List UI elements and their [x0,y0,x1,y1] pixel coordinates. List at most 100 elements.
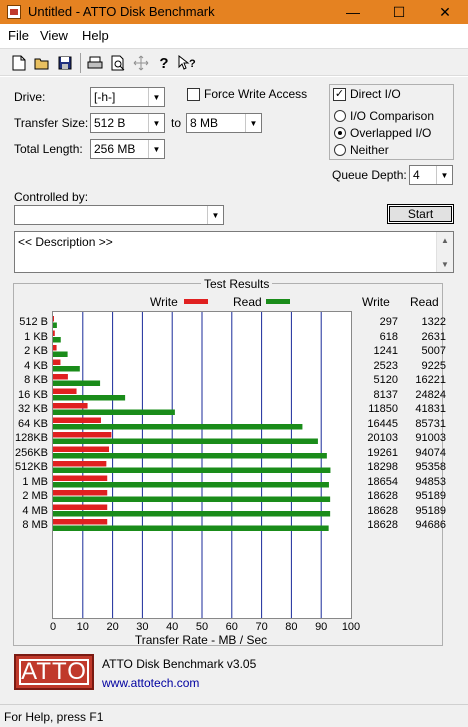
force-write-checkbox[interactable] [187,88,200,101]
write-bar-4 [53,374,68,380]
read-bar-2 [53,351,68,357]
legend-write-label: Write [150,295,178,309]
save-icon[interactable] [54,52,76,74]
x-axis-label: Transfer Rate - MB / Sec [134,633,268,647]
write-column-header: Write [362,295,390,309]
category-label: 16 KB [18,388,48,401]
status-bar: For Help, press F1 [0,704,468,727]
write-value: 618 [379,330,398,343]
transfer-to-select[interactable]: 8 MB ▼ [186,113,262,133]
description-scrollbar[interactable]: ▲ ▼ [436,232,453,272]
menu-file[interactable]: File [8,28,29,43]
write-value: 297 [379,316,398,328]
queue-depth-label: Queue Depth: [332,168,407,182]
write-bar-0 [53,316,54,322]
category-label: 4 MB [22,504,48,517]
read-bar-3 [53,366,80,372]
read-value: 1322 [421,316,446,328]
read-value: 2631 [421,330,446,343]
scroll-down-icon[interactable]: ▼ [437,256,453,272]
start-button[interactable]: Start [387,204,454,224]
chevron-down-icon: ▼ [148,140,164,158]
write-bar-7 [53,417,101,423]
write-value: 5120 [373,374,398,386]
transfer-from-select[interactable]: 512 B ▼ [90,113,165,133]
read-value: 94074 [415,446,446,459]
description-textarea[interactable]: << Description >> ▲ ▼ [14,231,454,273]
total-length-select[interactable]: 256 MB ▼ [90,139,165,159]
queue-depth-value: 4 [413,168,420,182]
close-button[interactable]: ✕ [422,0,468,24]
write-bar-8 [53,432,112,438]
read-value: 91003 [415,432,446,444]
write-bar-11 [53,475,108,481]
category-label: 512 B [19,316,48,328]
maximize-button[interactable]: ☐ [376,0,422,24]
write-value: 18628 [367,490,398,502]
chevron-down-icon: ▼ [207,206,223,224]
help-icon[interactable]: ? [153,52,175,74]
context-help-icon[interactable]: ? [176,52,198,74]
neither-radio[interactable] [334,144,346,156]
read-bar-12 [53,496,331,502]
transfer-from-value: 512 B [94,116,126,130]
category-label: 8 KB [24,374,48,386]
minimize-button[interactable]: — [330,0,376,24]
legend-write-swatch [184,299,208,304]
x-tick-label: 100 [341,621,361,633]
neither-label: Neither [350,143,389,157]
toolbar-separator [80,53,81,73]
read-value: 16221 [415,374,446,386]
scroll-up-icon[interactable]: ▲ [437,232,453,248]
new-icon[interactable] [8,52,30,74]
force-write-label: Force Write Access [204,87,308,101]
write-value: 18628 [367,504,398,517]
x-tick-label: 50 [195,621,209,633]
category-label: 64 KB [18,417,48,430]
title-bar: Untitled - ATTO Disk Benchmark — ☐ ✕ [0,0,468,24]
results-title: Test Results [201,277,273,291]
menu-help[interactable]: Help [82,28,109,43]
read-bar-10 [53,467,331,473]
drive-label: Drive: [14,90,46,104]
category-label: 128KB [14,432,48,444]
x-tick-label: 0 [49,621,57,633]
write-value: 18628 [367,519,398,531]
direct-io-checkbox[interactable]: ✓ [333,88,346,101]
write-bar-10 [53,461,107,467]
total-length-label: Total Length: [14,142,83,156]
overlapped-io-label: Overlapped I/O [350,126,432,140]
write-value: 19261 [367,446,398,459]
write-bar-3 [53,359,61,365]
x-tick-label: 40 [166,621,179,633]
controlled-by-select[interactable]: ▼ [14,205,224,225]
direct-io-label: Direct I/O [350,87,401,101]
write-bar-2 [53,345,57,351]
overlapped-io-radio[interactable] [334,127,346,139]
category-label: 1 KB [24,330,48,343]
read-bar-0 [53,322,57,328]
status-text: For Help, press F1 [4,710,104,724]
chevron-down-icon: ▼ [148,88,164,106]
write-value: 11850 [368,403,398,415]
io-comparison-radio[interactable] [334,110,346,122]
print-icon[interactable] [84,52,106,74]
website-link[interactable]: www.attotech.com [102,676,199,690]
write-value: 18654 [367,475,398,488]
read-bar-14 [53,525,329,531]
description-text: << Description >> [18,235,113,249]
legend-read-label: Read [233,295,262,309]
queue-depth-select[interactable]: 4 ▼ [409,165,453,185]
open-icon[interactable] [31,52,53,74]
read-value: 94686 [415,519,446,531]
read-value: 24824 [415,388,446,401]
chevron-down-icon: ▼ [436,166,452,184]
read-value: 95189 [415,504,446,517]
drive-select[interactable]: [-h-] ▼ [90,87,165,107]
transfer-size-label: Transfer Size: [14,116,89,130]
print-preview-icon[interactable] [107,52,129,74]
move-icon[interactable] [130,52,152,74]
category-label: 8 MB [22,519,48,531]
x-tick-label: 90 [315,621,328,633]
menu-view[interactable]: View [40,28,68,43]
